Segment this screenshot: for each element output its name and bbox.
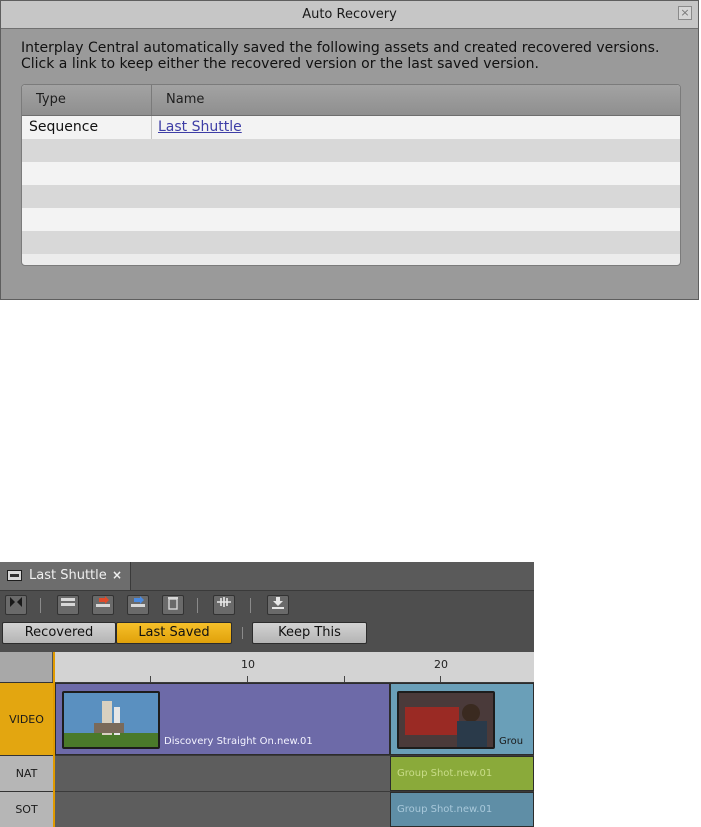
video-clip[interactable]: Discovery Straight On.new.01 bbox=[55, 683, 390, 755]
delete-icon[interactable] bbox=[162, 595, 184, 615]
toolbar-divider bbox=[250, 598, 251, 613]
last-saved-button[interactable]: Last Saved bbox=[116, 622, 232, 644]
audio-clip[interactable]: Group Shot.new.01 bbox=[390, 756, 534, 791]
close-icon[interactable]: × bbox=[678, 6, 692, 20]
tab-label: Last Shuttle bbox=[29, 568, 107, 583]
toolbar-divider bbox=[40, 598, 41, 613]
download-icon[interactable] bbox=[267, 595, 289, 615]
ruler-mark-20: 20 bbox=[434, 658, 448, 671]
mark-clip-icon[interactable] bbox=[5, 595, 27, 615]
dialog-message: Interplay Central automatically saved th… bbox=[21, 40, 660, 72]
split-audio-icon[interactable] bbox=[213, 595, 235, 615]
column-header-name[interactable]: Name bbox=[152, 85, 680, 115]
ruler-mark-10: 10 bbox=[241, 658, 255, 671]
column-header-type[interactable]: Type bbox=[22, 85, 152, 115]
clip-name: Grou bbox=[499, 736, 524, 747]
sequence-icon bbox=[7, 570, 22, 581]
nat-track-lane: Group Shot.new.01 bbox=[55, 755, 534, 791]
asset-name-cell: Last Shuttle bbox=[152, 116, 680, 139]
track-label-nat[interactable]: NAT bbox=[0, 755, 53, 791]
audio-clip[interactable]: Group Shot.new.01 bbox=[390, 792, 534, 827]
track-label-sot[interactable]: SOT bbox=[0, 791, 53, 827]
tab-close-icon[interactable]: × bbox=[112, 568, 122, 582]
sot-track: SOT Group Shot.new.01 bbox=[0, 791, 534, 827]
clip-name: Group Shot.new.01 bbox=[397, 804, 493, 815]
empty-table-row bbox=[22, 185, 680, 208]
clip-name: Group Shot.new.01 bbox=[397, 768, 493, 779]
clip-thumbnail bbox=[397, 691, 495, 749]
asset-type-cell: Sequence bbox=[22, 116, 152, 139]
table-body: Sequence Last Shuttle bbox=[22, 116, 680, 254]
empty-table-row bbox=[22, 208, 680, 231]
editor-toolbar bbox=[0, 592, 534, 620]
dialog-title: Auto Recovery bbox=[302, 7, 397, 22]
recovered-assets-table: Type Name Sequence Last Shuttle bbox=[21, 84, 681, 266]
empty-table-row bbox=[22, 231, 680, 254]
tab-last-shuttle[interactable]: Last Shuttle × bbox=[0, 562, 131, 590]
track-label-video[interactable]: VIDEO bbox=[0, 682, 53, 755]
nat-track: NAT Group Shot.new.01 bbox=[0, 755, 534, 791]
lift-icon[interactable] bbox=[57, 595, 79, 615]
sequence-editor: Last Shuttle × Recovered Last Saved Keep… bbox=[0, 562, 534, 827]
video-track-lane: Discovery Straight On.new.01 Grou bbox=[55, 682, 534, 755]
asset-link[interactable]: Last Shuttle bbox=[158, 119, 242, 135]
clip-name: Discovery Straight On.new.01 bbox=[164, 736, 313, 747]
table-row[interactable]: Sequence Last Shuttle bbox=[22, 116, 680, 139]
clip-thumbnail bbox=[62, 691, 160, 749]
toolbar-divider bbox=[197, 598, 198, 613]
empty-table-row bbox=[22, 162, 680, 185]
table-header: Type Name bbox=[22, 85, 680, 116]
sot-track-lane: Group Shot.new.01 bbox=[55, 791, 534, 827]
keep-this-button[interactable]: Keep This bbox=[252, 622, 367, 644]
dialog-titlebar: Auto Recovery × bbox=[1, 1, 698, 29]
empty-table-row bbox=[22, 139, 680, 162]
video-track: VIDEO Discovery Straight On.new.01 Grou bbox=[0, 682, 534, 755]
button-divider bbox=[242, 627, 243, 639]
ruler-corner bbox=[0, 652, 53, 682]
overwrite-icon[interactable] bbox=[127, 595, 149, 615]
playhead[interactable] bbox=[53, 652, 55, 827]
tab-bar: Last Shuttle × bbox=[0, 562, 534, 591]
video-clip[interactable]: Grou bbox=[390, 683, 534, 755]
timeline-ruler[interactable]: 10 20 bbox=[0, 652, 534, 682]
recovered-button[interactable]: Recovered bbox=[2, 622, 116, 644]
extract-icon[interactable] bbox=[92, 595, 114, 615]
auto-recovery-dialog: Auto Recovery × Interplay Central automa… bbox=[0, 0, 699, 300]
